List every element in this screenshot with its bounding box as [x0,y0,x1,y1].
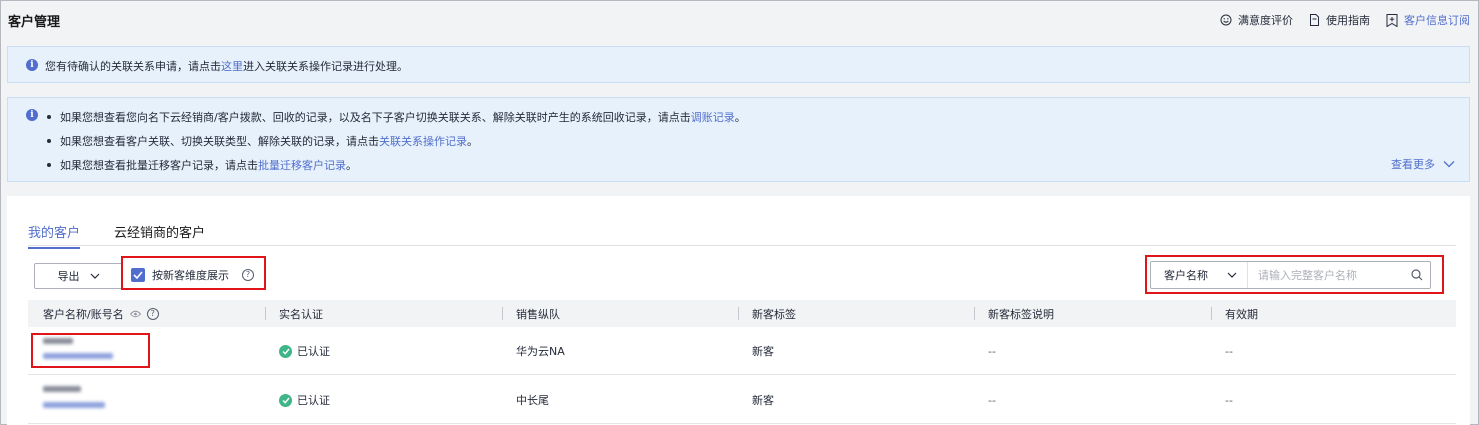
notice-text: 进入关联关系操作记录进行处理。 [243,60,408,73]
team-cell: 华为云NA [516,345,565,358]
column-label: 客户名称/账号名 [43,307,124,321]
column-separator [1211,307,1212,320]
checkbox-label: 按新客维度展示 [152,269,229,282]
column-separator [265,307,266,320]
notice-item: 如果您想查看批量迁移客户记录，请点击 批量迁移客户记录。 [47,157,357,173]
notice-text: 如果您想查看您向名下云经销商/客户拨款、回收的记录，以及名下子客户切换关联关系、… [60,111,691,124]
tag-desc-cell: -- [988,393,996,407]
info-icon: i [26,109,38,121]
subscribe-button[interactable]: 客户信息订阅 [1386,12,1470,28]
records-notice: i 如果您想查看您向名下云经销商/客户拨款、回收的记录，以及名下子客户切换关联关… [7,97,1470,182]
notice-text: 您有待确认的关联关系申请，请点击 [45,60,221,73]
info-icon: i [26,59,38,71]
team-cell: 中长尾 [516,394,549,407]
search-field-value: 客户名称 [1164,269,1208,282]
migration-records-link[interactable]: 批量迁移客户记录 [258,157,346,173]
notice-text: 。 [734,111,746,124]
notice-item: 如果您想查看客户关联、切换关联类型、解除关联的记录，请点击 关联关系操作记录。 [47,133,478,149]
redacted-account [43,402,105,408]
column-header-validity: 有效期 [1225,307,1258,321]
column-header-verify: 实名认证 [279,307,323,321]
document-icon [1309,14,1320,26]
view-more-label: 查看更多 [1391,158,1435,171]
search-input[interactable] [1248,262,1404,288]
guide-button[interactable]: 使用指南 [1309,12,1370,28]
bullet [47,139,51,143]
bookmark-plus-icon [1386,13,1398,27]
page-header: 客户管理 满意度评价 使用指南 客户信息订阅 [1,1,1478,37]
notice-text: 。 [346,159,357,172]
table-header: 客户名称/账号名 ? 实名认证 销售纵队 新客标签 新客标签说明 有效期 [28,300,1456,327]
verify-status: 已认证 [297,345,330,358]
column-header-tag-desc: 新客标签说明 [988,307,1054,321]
verify-cell: 已认证 [279,327,330,375]
verify-cell: 已认证 [279,376,330,424]
redacted-name [43,386,81,392]
checkbox-checked-icon [131,268,145,282]
tag-desc-cell: -- [988,344,996,358]
eye-icon[interactable] [129,310,141,318]
adjustment-records-link[interactable]: 调账记录 [691,109,735,125]
column-separator [502,307,503,320]
here-link[interactable]: 这里 [221,60,243,73]
search-field-select[interactable]: 客户名称 [1151,262,1248,288]
tab-divider [28,245,1456,246]
customer-panel: 我的客户 云经销商的客户 导出 按新客维度展示 ? 客户名称 客户名称/账号 [7,196,1470,425]
column-header-team: 销售纵队 [516,307,560,321]
notice-text: 如果您想查看批量迁移客户记录，请点击 [60,159,258,172]
subscribe-label: 客户信息订阅 [1404,14,1470,27]
notice-text: 。 [467,135,478,148]
satisfaction-label: 满意度评价 [1238,14,1293,27]
check-circle-icon [279,393,292,407]
tag-cell: 新客 [752,345,774,358]
help-icon[interactable]: ? [146,307,159,320]
notice-text: 如果您想查看客户关联、切换关联类型、解除关联的记录，请点击 [60,135,379,148]
table-row: 已认证 华为云NA 新客 -- -- [28,327,1456,375]
association-records-link[interactable]: 关联关系操作记录 [379,133,467,149]
column-header-name: 客户名称/账号名 ? [43,300,159,327]
column-separator [974,307,975,320]
column-header-tag: 新客标签 [752,307,796,321]
pending-notice: i 您有待确认的关联关系申请，请点击这里进入关联关系操作记录进行处理。 [7,46,1470,83]
smiley-icon [1220,14,1232,26]
tag-cell: 新客 [752,394,774,407]
column-separator [738,307,739,320]
notice-item: 如果您想查看您向名下云经销商/客户拨款、回收的记录，以及名下子客户切换关联关系、… [47,109,746,125]
check-circle-icon [279,344,292,358]
pending-notice-text: 您有待确认的关联关系申请，请点击这里进入关联关系操作记录进行处理。 [45,58,408,74]
validity-cell: -- [1225,393,1233,407]
verify-status: 已认证 [297,394,330,407]
chevron-down-icon [1227,272,1237,278]
highlight-box [31,333,150,368]
bullet [47,115,51,119]
satisfaction-button[interactable]: 满意度评价 [1220,12,1293,28]
validity-cell: -- [1225,344,1233,358]
chevron-down-icon [1443,160,1455,168]
header-actions: 满意度评价 使用指南 客户信息订阅 [1220,12,1470,28]
page-title: 客户管理 [8,15,61,30]
new-customer-view-checkbox[interactable]: 按新客维度展示 ? [131,267,254,283]
search-icon[interactable] [1404,269,1430,281]
export-button[interactable]: 导出 [34,263,123,289]
bullet [47,163,51,167]
table-row: 已认证 中长尾 新客 -- -- [28,376,1456,424]
chevron-down-icon [90,273,100,279]
view-more-button[interactable]: 查看更多 [1391,156,1455,172]
guide-label: 使用指南 [1326,14,1370,27]
export-label: 导出 [57,270,80,283]
help-icon[interactable]: ? [242,269,254,281]
search-group: 客户名称 [1150,261,1431,289]
